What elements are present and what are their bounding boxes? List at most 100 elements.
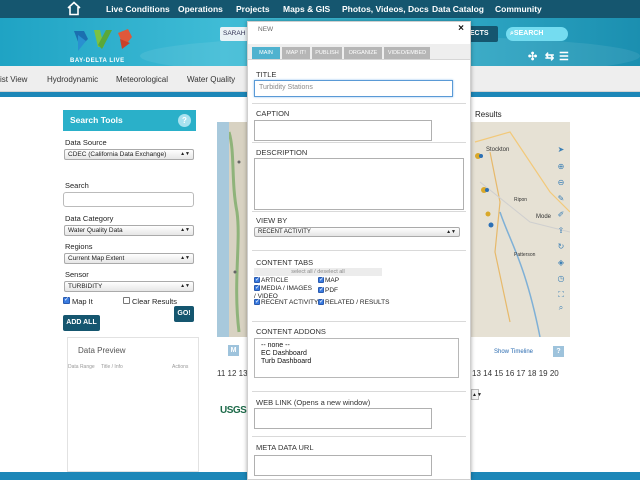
content-tabs-label: CONTENT TABS xyxy=(256,258,314,267)
clock-icon[interactable]: ◷ xyxy=(556,274,566,284)
help-icon[interactable]: ? xyxy=(178,114,191,127)
search-map-icon[interactable]: ⌕ xyxy=(556,303,566,313)
content-tab-article[interactable]: ARTICLE xyxy=(254,276,288,284)
map-it-checkbox[interactable] xyxy=(63,296,70,304)
timeline-ticks-left: 11 12 13 xyxy=(217,369,247,378)
clear-results-checkbox[interactable] xyxy=(123,297,130,304)
related-results-checkbox[interactable] xyxy=(318,298,324,305)
nav-data-catalog[interactable]: Data Catalog xyxy=(432,4,484,14)
search-tools-header: Search Tools xyxy=(63,110,196,131)
fullscreen-icon[interactable]: ⛶ xyxy=(556,290,566,300)
map-label-stockton: Stockton xyxy=(486,147,510,153)
meta-data-url-label: META DATA URL xyxy=(256,443,314,452)
addon-option[interactable]: EC Dashboard xyxy=(261,350,458,358)
clear-results-label: Clear Results xyxy=(132,297,178,306)
content-tab-related-results[interactable]: RELATED / RESULTS xyxy=(318,298,389,306)
recent-activity-checkbox[interactable] xyxy=(254,298,260,305)
search-label: SEARCH xyxy=(513,30,544,37)
tab-hydrodynamic[interactable]: Hydrodynamic xyxy=(47,75,98,84)
home-icon[interactable] xyxy=(66,1,82,16)
sensor-select[interactable]: TURBIDITY ▲▼ xyxy=(64,281,194,292)
sensor-label: Sensor xyxy=(65,270,89,279)
web-link-label: WEB LINK (Opens a new window) xyxy=(256,398,371,407)
article-checkbox[interactable] xyxy=(254,276,260,283)
web-link-input[interactable] xyxy=(254,408,432,429)
map-label-modesto: Mode xyxy=(536,214,552,220)
go-button[interactable]: GO! xyxy=(174,306,194,322)
data-category-select[interactable]: Water Quality Data ▲▼ xyxy=(64,225,194,236)
content-tab-recent-activity[interactable]: RECENT ACTIVITY xyxy=(254,298,318,306)
regions-label: Regions xyxy=(65,242,93,251)
select-all-link[interactable]: select all / deselect all xyxy=(254,268,382,276)
tab-publish[interactable]: PUBLISH xyxy=(312,47,342,59)
nav-community[interactable]: Community xyxy=(495,4,542,14)
nav-projects[interactable]: Projects xyxy=(236,4,270,14)
zoom-out-icon[interactable]: ⊖ xyxy=(556,178,566,188)
zoom-in-icon[interactable]: ⊕ xyxy=(556,162,566,172)
preview-column-range: Data Range xyxy=(68,364,95,370)
tab-meteorological[interactable]: Meteorological xyxy=(116,75,168,84)
content-addons-label: CONTENT ADDONS xyxy=(256,327,326,336)
data-preview-title: Data Preview xyxy=(78,346,126,355)
tab-organize[interactable]: ORGANIZE xyxy=(344,47,382,59)
map-label-ripon: Ripon xyxy=(514,197,528,203)
close-icon[interactable]: × xyxy=(458,23,464,34)
select-arrow-icon: ▲▼ xyxy=(180,151,190,157)
show-timeline-link[interactable]: Show Timeline xyxy=(494,349,533,355)
select-arrow-icon: ▲▼ xyxy=(180,283,190,289)
map-checkbox[interactable] xyxy=(318,276,324,283)
search-button[interactable]: ⌕SEARCH xyxy=(506,27,568,41)
data-source-select[interactable]: CDEC (California Data Exchange) ▲▼ xyxy=(64,149,194,160)
add-all-button[interactable]: ADD ALL xyxy=(63,315,100,331)
view-by-select[interactable]: RECENT ACTIVITY ▲▼ xyxy=(254,227,460,237)
share-icon[interactable]: ⇆ xyxy=(545,50,554,63)
tab-list-view[interactable]: ist View xyxy=(0,75,27,84)
data-source-label: Data Source xyxy=(65,138,107,147)
nav-maps-gis[interactable]: Maps & GIS xyxy=(283,4,330,14)
meta-data-url-input[interactable] xyxy=(254,455,432,476)
addon-option[interactable]: Turb Dashboard xyxy=(261,358,458,366)
map-view-left[interactable] xyxy=(217,122,247,337)
modal-tabs: MAIN MAP IT! PUBLISH ORGANIZE VIDEO/EMBE… xyxy=(248,44,470,60)
bay-delta-logo[interactable] xyxy=(70,25,136,61)
tab-main[interactable]: MAIN xyxy=(252,47,280,59)
title-label: TITLE xyxy=(256,70,277,79)
title-input[interactable]: Turbidity Stations xyxy=(254,80,453,97)
layers-icon[interactable]: ◈ xyxy=(556,258,566,268)
regions-select[interactable]: Current Map Extent ▲▼ xyxy=(64,253,194,264)
addon-option[interactable]: -- none -- xyxy=(261,342,458,350)
results-label: Results xyxy=(475,110,502,119)
map-label-patterson: Patterson xyxy=(514,252,536,258)
description-label: DESCRIPTION xyxy=(256,148,308,157)
view-by-label: VIEW BY xyxy=(256,216,288,225)
tab-map-it[interactable]: MAP IT! xyxy=(282,47,310,59)
map-toolbar: ➤ ⊕ ⊖ ✎ ✐ ⇪ ↻ ◈ ◷ ⛶ ⌕ xyxy=(553,140,569,315)
content-addons-list[interactable]: -- none -- EC Dashboard Turb Dashboard xyxy=(254,338,459,378)
refresh-icon[interactable]: ↻ xyxy=(556,242,566,252)
search-label: Search xyxy=(65,181,89,190)
timeline-scroll-icon[interactable]: ▲▼ xyxy=(471,389,482,400)
map-toggle-button[interactable]: M xyxy=(228,345,239,356)
pointer-icon[interactable]: ➤ xyxy=(556,145,566,155)
upload-icon[interactable]: ⇪ xyxy=(556,226,566,236)
select-arrow-icon: ▲▼ xyxy=(180,227,190,233)
preview-column-title: Title / Info xyxy=(101,364,123,370)
draw-icon[interactable]: ✐ xyxy=(556,210,566,220)
list-icon[interactable]: ☰ xyxy=(559,50,569,63)
description-textarea[interactable] xyxy=(254,158,464,210)
nav-operations[interactable]: Operations xyxy=(178,4,223,14)
nav-photos-videos-docs[interactable]: Photos, Videos, Docs xyxy=(342,4,429,14)
measure-icon[interactable]: ✎ xyxy=(556,194,566,204)
modal-header: NEW × xyxy=(248,22,470,44)
nav-live-conditions[interactable]: Live Conditions xyxy=(106,4,170,14)
search-input[interactable] xyxy=(63,192,194,207)
move-icon[interactable]: ✣ xyxy=(528,50,537,63)
pdf-checkbox[interactable] xyxy=(318,286,324,293)
tab-water-quality[interactable]: Water Quality xyxy=(187,75,235,84)
tab-video-embed[interactable]: VIDEO/EMBED xyxy=(384,47,430,59)
content-tab-map[interactable]: MAP xyxy=(318,276,339,284)
content-tab-pdf[interactable]: PDF xyxy=(318,286,338,294)
caption-textarea[interactable] xyxy=(254,120,432,141)
timeline-help-button[interactable]: ? xyxy=(553,346,564,357)
media-checkbox[interactable] xyxy=(254,284,260,292)
